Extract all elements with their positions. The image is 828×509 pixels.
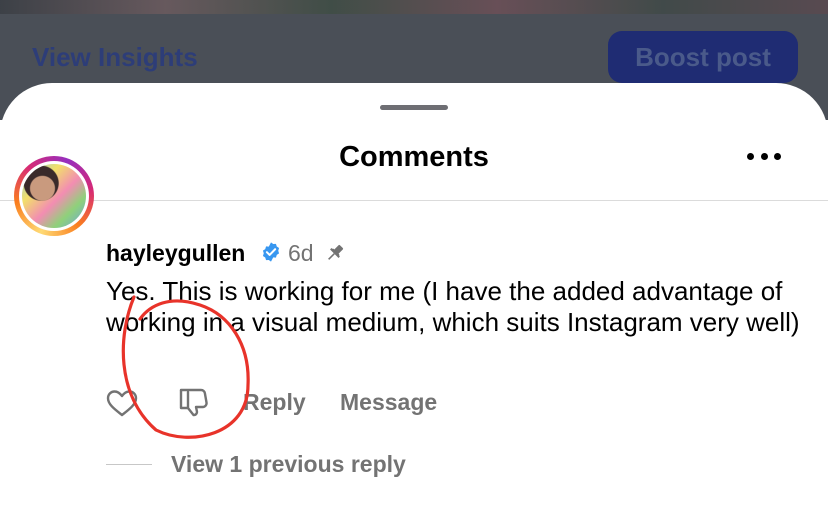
avatar bbox=[19, 161, 89, 231]
comment-timestamp: 6d bbox=[288, 240, 314, 266]
comment-username[interactable]: hayleygullen bbox=[106, 240, 245, 267]
more-options-button[interactable] bbox=[744, 145, 784, 167]
comment-text: Yes. This is working for me (I have the … bbox=[106, 276, 800, 337]
message-button[interactable]: Message bbox=[340, 389, 437, 416]
view-insights-link[interactable]: View Insights bbox=[32, 42, 198, 73]
view-replies-button[interactable]: View 1 previous reply bbox=[171, 451, 406, 478]
thumbs-down-icon[interactable] bbox=[177, 386, 209, 418]
boost-post-button[interactable]: Boost post bbox=[608, 31, 798, 83]
post-image-edge bbox=[0, 0, 828, 14]
heart-icon[interactable] bbox=[105, 388, 139, 418]
divider bbox=[0, 200, 828, 201]
avatar-story-ring[interactable] bbox=[14, 156, 94, 236]
more-horizontal-icon bbox=[774, 152, 781, 160]
more-horizontal-icon bbox=[760, 152, 768, 160]
avatar-image bbox=[22, 164, 86, 228]
more-horizontal-icon bbox=[747, 152, 754, 160]
pin-icon bbox=[328, 244, 344, 260]
drag-handle[interactable] bbox=[380, 105, 448, 110]
sheet-title: Comments bbox=[339, 141, 489, 173]
verified-badge-icon bbox=[262, 242, 280, 262]
reply-button[interactable]: Reply bbox=[243, 389, 306, 416]
replies-divider-line bbox=[106, 464, 152, 465]
